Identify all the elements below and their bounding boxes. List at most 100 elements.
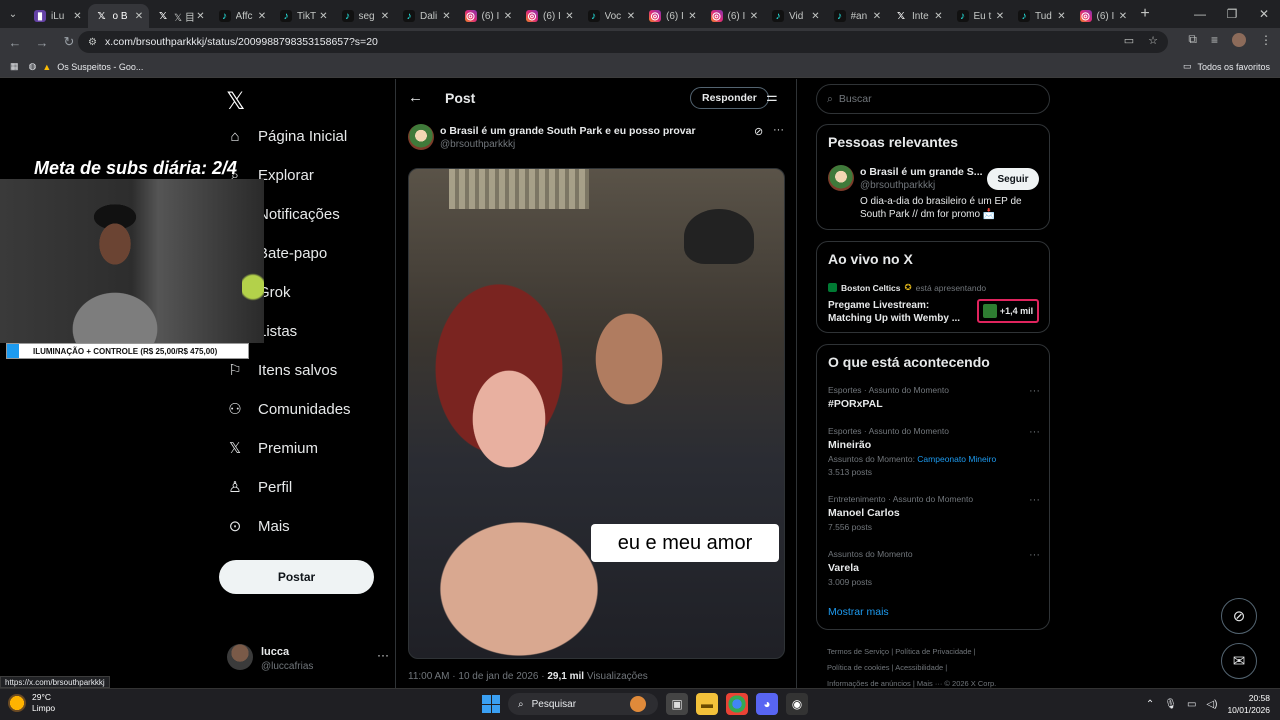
nav-item-itens-salvos[interactable]: ⚐ Itens salvos — [226, 361, 337, 380]
browser-tab[interactable]: ♪ Dali ✕ — [395, 4, 457, 28]
apps-grid-icon[interactable]: ▦ — [10, 61, 19, 72]
close-tab-icon[interactable]: ✕ — [72, 11, 84, 22]
browser-tab[interactable]: ♪ Vid ✕ — [764, 4, 826, 28]
grok-fab-icon[interactable]: ⊘ — [1221, 598, 1257, 634]
nav-item-premium[interactable]: 𝕏 Premium — [226, 439, 318, 458]
url-text[interactable]: x.com/brsouthparkkkj/status/200998879835… — [105, 36, 378, 48]
browser-tab[interactable]: 𝕏 Inte ✕ — [887, 4, 949, 28]
close-tab-icon[interactable]: ✕ — [1117, 11, 1129, 22]
author-avatar[interactable] — [408, 124, 434, 150]
close-tab-icon[interactable]: ✕ — [933, 11, 945, 22]
footer-line[interactable]: Informações de anúncios | Mais ··· © 202… — [827, 676, 1047, 688]
close-tab-icon[interactable]: ✕ — [195, 11, 207, 22]
restore-icon[interactable]: ❐ — [1216, 0, 1248, 28]
more-dots-icon[interactable]: ··· — [773, 124, 784, 136]
obs-icon[interactable]: ◉ — [786, 693, 808, 715]
close-tab-icon[interactable]: ✕ — [133, 11, 145, 22]
close-tab-icon[interactable]: ✕ — [687, 11, 699, 22]
browser-tab[interactable]: ◎ (6) I ✕ — [518, 4, 580, 28]
browser-tab[interactable]: ♪ Voc ✕ — [580, 4, 642, 28]
omnibox[interactable]: ⚙ x.com/brsouthparkkkj/status/2009988798… — [78, 31, 1168, 53]
close-tab-icon[interactable]: ✕ — [256, 11, 268, 22]
forward-icon[interactable]: → — [30, 28, 54, 56]
trend-item[interactable]: Assuntos do Momento Varela 3.009 posts ·… — [828, 549, 1040, 587]
network-icon[interactable]: ▭ — [1187, 699, 1196, 710]
bookmark-item[interactable]: ◍ ▲ Os Suspeitos - Goo... — [29, 61, 144, 72]
more-dots-icon[interactable]: ··· — [1029, 426, 1040, 438]
x-logo-icon[interactable]: 𝕏 — [226, 87, 245, 115]
post-time[interactable]: 11:00 AM · 10 de jan de 2026 · — [408, 671, 547, 682]
more-dots-icon[interactable]: ··· — [1029, 385, 1040, 397]
follow-button[interactable]: Seguir — [987, 168, 1039, 190]
grok-icon[interactable]: ⊘ — [754, 125, 763, 138]
reply-button[interactable]: Responder — [690, 87, 769, 109]
close-tab-icon[interactable]: ✕ — [379, 11, 391, 22]
close-tab-icon[interactable]: ✕ — [502, 11, 514, 22]
browser-tab[interactable]: ♪ seg ✕ — [334, 4, 396, 28]
search-input[interactable]: ⌕ Buscar — [816, 84, 1050, 114]
browser-tab[interactable]: ◎ (6) I ✕ — [1072, 4, 1134, 28]
tab-search-chevron-icon[interactable]: ⌄ — [0, 0, 26, 28]
profile-avatar-icon[interactable] — [1232, 32, 1246, 47]
more-dots-icon[interactable]: ··· — [377, 648, 389, 662]
footer-line[interactable]: Política de cookies | Acessibilidade | — [827, 660, 1047, 676]
browser-tab[interactable]: ◎ (6) I ✕ — [457, 4, 519, 28]
account-switcher[interactable]: lucca @luccafrias ··· — [227, 644, 389, 674]
close-tab-icon[interactable]: ✕ — [871, 11, 883, 22]
close-tab-icon[interactable]: ✕ — [564, 11, 576, 22]
post-button[interactable]: Postar — [219, 560, 374, 594]
more-dots-icon[interactable]: ··· — [1029, 494, 1040, 506]
nav-item-p-gina-inicial[interactable]: ⌂ Página Inicial — [226, 127, 347, 145]
more-dots-icon[interactable]: ··· — [1029, 549, 1040, 561]
extensions-icon[interactable]: ⧉ — [1188, 32, 1197, 47]
close-tab-icon[interactable]: ✕ — [625, 11, 637, 22]
author-name[interactable]: o Brasil é um grande South Park e eu pos… — [440, 125, 696, 137]
relevant-name[interactable]: o Brasil é um grande S... — [860, 166, 983, 178]
microphone-icon[interactable]: 🎙 — [1164, 699, 1177, 710]
show-more-link[interactable]: Mostrar mais — [828, 606, 889, 618]
new-tab-button[interactable]: + — [1133, 5, 1157, 23]
browser-menu-icon[interactable]: ⋮ — [1260, 33, 1272, 47]
browser-tab[interactable]: ♪ TikT ✕ — [272, 4, 334, 28]
close-tab-icon[interactable]: ✕ — [441, 11, 453, 22]
task-view-icon[interactable]: ▣ — [666, 693, 688, 715]
browser-tab[interactable]: 𝕏 𝕏 目 目✕ — [149, 4, 211, 28]
browser-tab[interactable]: 𝕏o B ✕ — [87, 4, 149, 28]
cast-icon[interactable]: ▭ — [1124, 34, 1134, 47]
trend-item[interactable]: Entretenimento · Assunto do Momento Mano… — [828, 494, 1040, 532]
browser-tab[interactable]: ♪ Tud ✕ — [1010, 4, 1072, 28]
site-info-icon[interactable]: ⚙ — [88, 37, 97, 48]
nav-item-perfil[interactable]: ♙ Perfil — [226, 478, 292, 497]
media-control-icon[interactable]: ≡ — [1211, 33, 1218, 47]
minimize-icon[interactable]: — — [1184, 0, 1216, 28]
chrome-icon[interactable] — [726, 693, 748, 715]
browser-tab[interactable]: ♪ Affc ✕ — [211, 4, 273, 28]
close-tab-icon[interactable]: ✕ — [810, 11, 822, 22]
browser-tab[interactable]: ♪ Eu t ✕ — [949, 4, 1011, 28]
discord-icon[interactable]: ◕ — [756, 693, 778, 715]
trend-item[interactable]: Esportes · Assunto do Momento #PORxPAL ·… — [828, 385, 1040, 410]
trend-link[interactable]: Campeonato Mineiro — [917, 454, 996, 464]
nav-item-mais[interactable]: ⊙ Mais — [226, 517, 290, 536]
footer-links[interactable]: Termos de Serviço | Política de Privacid… — [827, 644, 1047, 688]
author-handle[interactable]: @brsouthparkkkj — [440, 139, 515, 150]
back-arrow-icon[interactable]: ← — [408, 89, 423, 106]
trend-item[interactable]: Esportes · Assunto do Momento Mineirão A… — [828, 426, 1040, 477]
taskbar-search[interactable]: ⌕ Pesquisar — [508, 693, 658, 715]
avatar[interactable] — [828, 165, 854, 191]
clock[interactable]: 20:58 10/01/2026 — [1227, 692, 1270, 716]
browser-tab[interactable]: ▮ iLu ✕ — [26, 4, 88, 28]
filter-icon[interactable]: ⚌ — [766, 89, 778, 105]
start-windows-icon[interactable] — [482, 695, 500, 713]
close-tab-icon[interactable]: ✕ — [748, 11, 760, 22]
live-host[interactable]: Boston Celtics ✪ está apresentando — [828, 282, 986, 293]
close-window-icon[interactable]: ✕ — [1248, 0, 1280, 28]
bookmark-star-icon[interactable]: ☆ — [1148, 34, 1158, 47]
weather-widget[interactable]: 29°C Limpo — [8, 692, 55, 714]
nav-item-comunidades[interactable]: ⚇ Comunidades — [226, 400, 350, 419]
post-media[interactable]: eu e meu amor — [408, 168, 785, 659]
tray-chevron-icon[interactable]: ⌃ — [1146, 699, 1154, 710]
viewer-count[interactable]: +1,4 mil — [977, 299, 1039, 323]
close-tab-icon[interactable]: ✕ — [1056, 11, 1068, 22]
all-bookmarks[interactable]: ▭ Todos os favoritos — [1183, 61, 1270, 72]
